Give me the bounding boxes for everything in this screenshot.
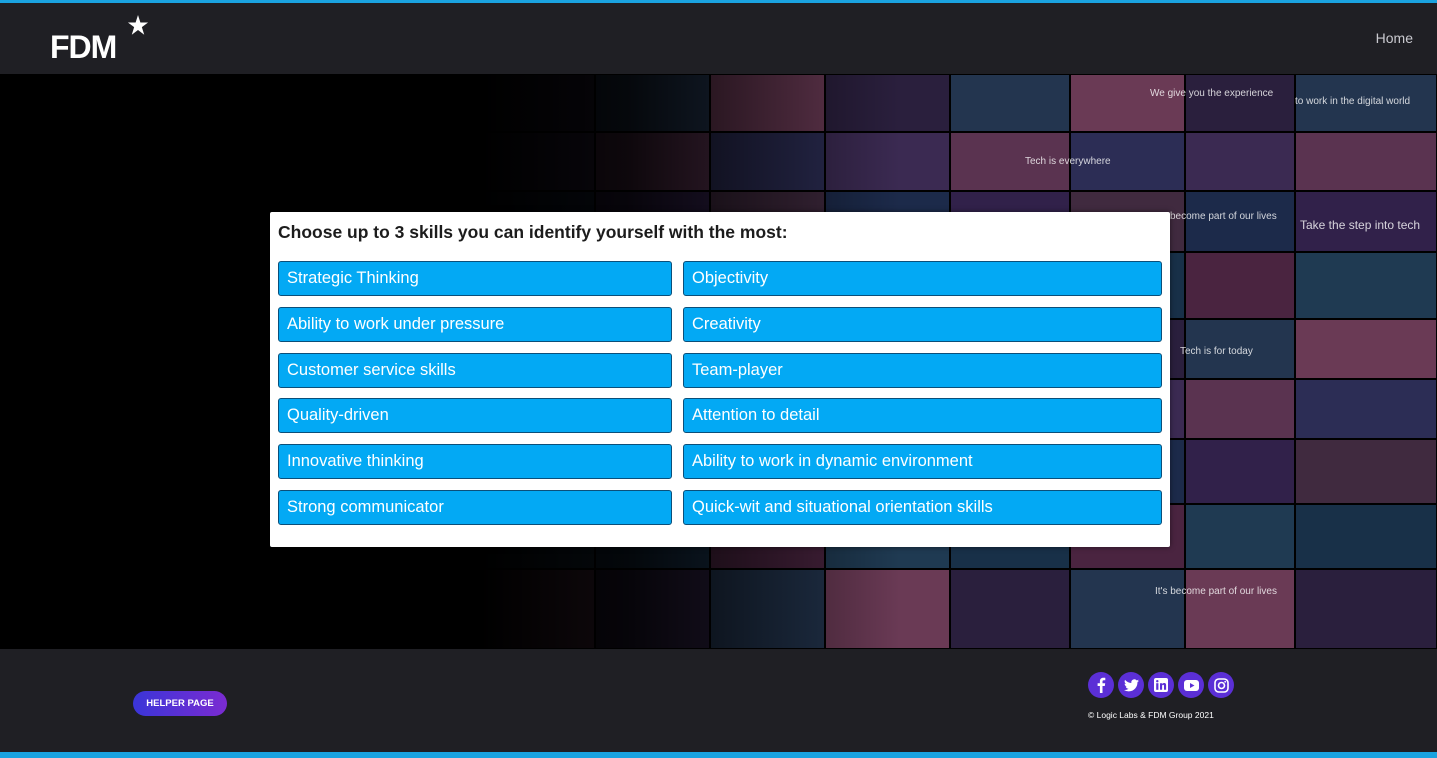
hero-section: We give you the experience to work in the… [0, 74, 1437, 649]
mosaic-tile [1186, 75, 1294, 131]
mosaic-tile [1071, 570, 1184, 648]
mosaic-tile [1296, 440, 1436, 503]
skill-button[interactable]: Ability to work in dynamic environment [683, 444, 1162, 479]
mosaic-tile [951, 570, 1069, 648]
mosaic-caption: Tech is for today [1180, 346, 1253, 357]
mosaic-tile [1296, 133, 1436, 190]
skill-button[interactable]: Quick-wit and situational orientation sk… [683, 490, 1162, 525]
twitter-icon[interactable] [1118, 672, 1144, 698]
skill-button[interactable]: Creativity [683, 307, 1162, 342]
skill-button[interactable]: Quality-driven [278, 398, 672, 433]
helper-page-button[interactable]: HELPER PAGE [133, 691, 227, 716]
mosaic-caption: We give you the experience [1150, 88, 1274, 99]
skill-button[interactable]: Customer service skills [278, 353, 672, 388]
skills-card: Choose up to 3 skills you can identify y… [270, 212, 1170, 547]
mosaic-tile [1186, 570, 1294, 648]
skill-button[interactable]: Attention to detail [683, 398, 1162, 433]
skill-button[interactable]: Ability to work under pressure [278, 307, 672, 342]
mosaic-caption: Tech is everywhere [1025, 156, 1111, 167]
skill-button[interactable]: Strong communicator [278, 490, 672, 525]
mosaic-caption: become part of our lives [1170, 211, 1277, 222]
mosaic-tile [1296, 380, 1436, 438]
mosaic-tile [1296, 253, 1436, 318]
skill-button[interactable]: Objectivity [683, 261, 1162, 296]
linkedin-icon[interactable] [1148, 672, 1174, 698]
mosaic-tile [1296, 320, 1436, 378]
mosaic-caption: Take the step into tech [1300, 218, 1420, 232]
skill-button[interactable]: Team-player [683, 353, 1162, 388]
mosaic-tile [951, 75, 1069, 131]
mosaic-caption: It's become part of our lives [1155, 586, 1277, 597]
skill-button[interactable]: Innovative thinking [278, 444, 672, 479]
fdm-logo[interactable]: FDM [50, 15, 149, 65]
facebook-icon[interactable] [1088, 672, 1114, 698]
mosaic-tile [1186, 133, 1294, 190]
navbar: FDM Home [0, 3, 1437, 74]
mosaic-tile [1186, 440, 1294, 503]
youtube-icon[interactable] [1178, 672, 1204, 698]
mosaic-tile [1071, 75, 1184, 131]
mosaic-tile [1186, 380, 1294, 438]
logo-star-icon [127, 15, 149, 35]
nav-home-link[interactable]: Home [1376, 30, 1413, 46]
skills-prompt: Choose up to 3 skills you can identify y… [278, 222, 788, 242]
mosaic-caption: to work in the digital world [1295, 96, 1410, 107]
social-links [1088, 672, 1234, 698]
skill-button[interactable]: Strategic Thinking [278, 261, 672, 296]
copyright-text: © Logic Labs & FDM Group 2021 [1088, 710, 1214, 720]
bottom-accent-bar [0, 752, 1437, 758]
mosaic-tile [1186, 505, 1294, 568]
instagram-icon[interactable] [1208, 672, 1234, 698]
footer: HELPER PAGE © Logic Labs & FDM Group 202… [0, 649, 1437, 752]
mosaic-tile [1296, 570, 1436, 648]
mosaic-tile [1296, 505, 1436, 568]
mosaic-tile [1186, 253, 1294, 318]
logo-text: FDM [50, 29, 117, 65]
